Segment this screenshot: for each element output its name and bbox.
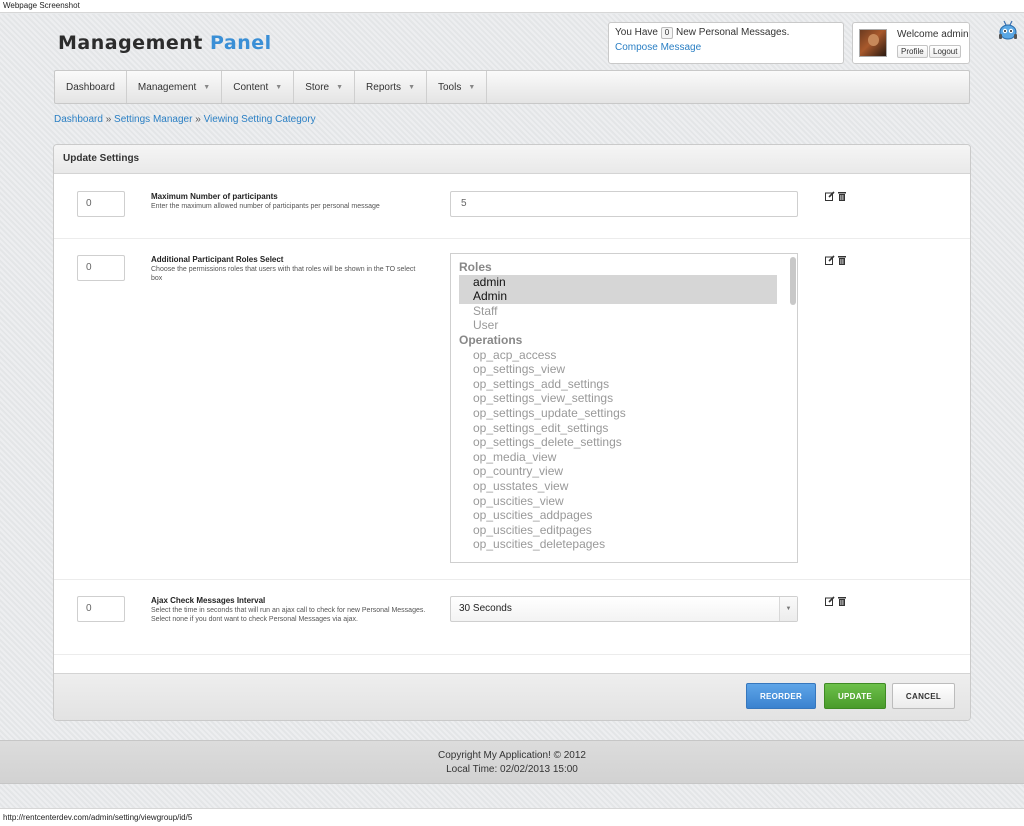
panel-title: Update Settings — [54, 145, 970, 174]
select-option[interactable]: op_uscities_editpages — [459, 523, 777, 538]
chevron-down-icon: ▼ — [779, 597, 797, 621]
breadcrumb-link-settings-manager[interactable]: Settings Manager — [114, 114, 192, 125]
cancel-button[interactable]: CANCEL — [892, 683, 955, 709]
setting-title: Maximum Number of participants — [151, 192, 278, 201]
messages-box: You Have 0 New Personal Messages. Compos… — [608, 22, 844, 64]
update-button[interactable]: UPDATE — [824, 683, 886, 709]
logo-text: Management — [58, 32, 203, 54]
nav-item-label: Management — [137, 81, 197, 93]
nav-item-label: Content — [233, 81, 269, 93]
order-input[interactable]: 0 — [77, 596, 125, 622]
nav-item-content[interactable]: Content ▼ — [222, 71, 295, 103]
window-title: Webpage Screenshot — [0, 0, 1024, 13]
max-participants-field[interactable]: 5 — [450, 191, 798, 217]
chevron-down-icon: ▼ — [408, 83, 415, 91]
select-option[interactable]: op_country_view — [459, 464, 777, 479]
select-option[interactable]: op_media_view — [459, 450, 777, 465]
breadcrumb: Dashboard » Settings Manager » Viewing S… — [54, 114, 316, 125]
setting-description: Choose the permissions roles that users … — [151, 266, 416, 282]
select-option[interactable]: op_settings_update_settings — [459, 406, 777, 421]
select-option[interactable]: op_settings_view_settings — [459, 391, 777, 406]
breadcrumb-current[interactable]: Viewing Setting Category — [204, 114, 316, 125]
reorder-button[interactable]: REORDER — [746, 683, 816, 709]
local-time-text: Local Time: 02/02/2013 15:00 — [446, 764, 578, 775]
page: Management Panel You Have 0 New Personal… — [0, 14, 1024, 808]
messages-suffix: New Personal Messages. — [676, 27, 790, 38]
select-option[interactable]: admin — [459, 274, 777, 290]
chevron-down-icon: ▼ — [468, 83, 476, 91]
select-option[interactable]: op_uscities_deletepages — [459, 537, 777, 552]
profile-button[interactable]: Profile — [897, 45, 928, 58]
app-logo[interactable]: Management Panel — [58, 32, 272, 54]
select-option[interactable]: op_settings_edit_settings — [459, 421, 777, 436]
breadcrumb-separator: » — [105, 114, 112, 125]
trash-icon[interactable] — [837, 255, 847, 265]
order-input[interactable]: 0 — [77, 255, 125, 281]
edit-icon[interactable] — [825, 191, 835, 201]
copyright-text: Copyright My Application! © 2012 — [437, 750, 586, 761]
nav-item-store[interactable]: Store ▼ — [294, 71, 356, 103]
nav-item-label: Dashboard — [66, 81, 115, 93]
chevron-down-icon: ▼ — [275, 83, 283, 91]
edit-icon[interactable] — [825, 255, 835, 265]
optgroup-label: Operations — [459, 332, 523, 347]
messages-count-badge: 0 — [660, 27, 674, 39]
setting-description: Select the time in seconds that will run… — [151, 607, 426, 623]
main-nav: Dashboard Management ▼ Content ▼ Store ▼… — [54, 70, 970, 104]
setting-title: Ajax Check Messages Interval — [151, 596, 266, 605]
select-option[interactable]: op_settings_delete_settings — [459, 435, 777, 450]
messages-prefix: You Have — [615, 27, 658, 38]
welcome-text: Welcome admin — [897, 29, 969, 40]
chevron-down-icon: ▼ — [336, 83, 344, 91]
select-option[interactable]: op_uscities_addpages — [459, 508, 777, 523]
select-option[interactable]: op_usstates_view — [459, 479, 777, 494]
nav-item-dashboard[interactable]: Dashboard — [55, 71, 127, 103]
trash-icon[interactable] — [837, 191, 847, 201]
nav-item-tools[interactable]: Tools ▼ — [427, 71, 488, 103]
select-option[interactable]: op_acp_access — [459, 348, 777, 363]
logo-accent-text: Panel — [209, 32, 272, 54]
participant-roles-multiselect[interactable]: Roles admin Admin Staff User Operations … — [450, 253, 798, 563]
setting-row: 0 Maximum Number of participants Enter t… — [54, 175, 970, 239]
order-input[interactable]: 0 — [77, 191, 125, 217]
robot-icon[interactable] — [996, 20, 1020, 42]
nav-item-management[interactable]: Management ▼ — [127, 71, 223, 103]
row-actions — [825, 596, 847, 606]
trash-icon[interactable] — [837, 596, 847, 606]
logout-button[interactable]: Logout — [929, 45, 962, 58]
breadcrumb-separator: » — [195, 114, 201, 125]
user-box: Welcome admin Profile Logout — [852, 22, 970, 64]
nav-item-label: Reports — [366, 81, 402, 93]
nav-item-label: Store — [305, 81, 330, 93]
scrollbar-thumb[interactable] — [790, 257, 796, 305]
optgroup-label: Roles — [459, 260, 492, 274]
nav-item-label: Tools — [438, 81, 462, 93]
setting-description: Enter the maximum allowed number of part… — [151, 203, 380, 210]
ajax-interval-select[interactable]: 30 Seconds ▼ — [450, 596, 798, 622]
avatar[interactable] — [859, 29, 887, 57]
select-option[interactable]: op_settings_add_settings — [459, 377, 777, 392]
panel-footer: REORDER UPDATE CANCEL — [54, 673, 970, 720]
row-actions — [825, 191, 847, 201]
edit-icon[interactable] — [825, 596, 835, 606]
select-option[interactable]: Admin — [459, 289, 777, 304]
select-option[interactable]: User — [459, 318, 777, 333]
setting-title: Additional Participant Roles Select — [151, 255, 284, 264]
row-actions — [825, 255, 847, 265]
setting-row: 0 Ajax Check Messages Interval Select th… — [54, 580, 970, 655]
setting-row: 0 Additional Participant Roles Select Ch… — [54, 239, 970, 580]
select-option[interactable]: Staff — [459, 304, 777, 319]
compose-message-link[interactable]: Compose Message — [615, 42, 837, 53]
select-option[interactable]: op_settings_view — [459, 362, 777, 377]
select-value: 30 Seconds — [459, 603, 512, 614]
nav-item-reports[interactable]: Reports ▼ — [355, 71, 427, 103]
status-bar-url: http://rentcenterdev.com/admin/setting/v… — [0, 808, 1024, 826]
select-option[interactable]: op_uscities_view — [459, 494, 777, 509]
chevron-down-icon: ▼ — [203, 83, 211, 91]
breadcrumb-link-dashboard[interactable]: Dashboard — [54, 114, 103, 125]
page-footer: Copyright My Application! © 2012 Local T… — [0, 740, 1024, 784]
update-settings-panel: Update Settings 0 Maximum Number of part… — [53, 144, 971, 721]
